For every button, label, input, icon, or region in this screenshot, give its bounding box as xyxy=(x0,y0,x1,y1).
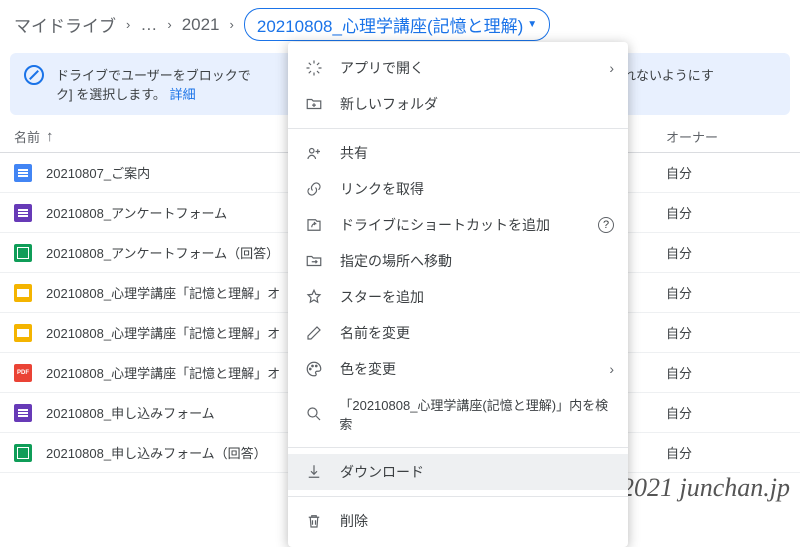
download-icon xyxy=(304,463,324,481)
chevron-right-icon: › xyxy=(122,17,134,32)
shortcut-icon xyxy=(304,216,324,234)
file-name: 20210808_申し込みフォーム（回答） xyxy=(46,443,267,462)
file-owner: 自分 xyxy=(666,163,786,182)
open-with-icon xyxy=(304,59,324,77)
menu-open-with[interactable]: アプリで開く › xyxy=(288,50,628,86)
pdf-file-icon: PDF xyxy=(14,364,32,382)
dropdown-caret-icon: ▼ xyxy=(527,19,537,30)
menu-add-shortcut[interactable]: ドライブにショートカットを追加 ? xyxy=(288,207,628,243)
menu-separator xyxy=(288,128,628,129)
notice-text-3: ク] を選択します。 xyxy=(56,87,166,102)
forms-file-icon xyxy=(14,404,32,422)
file-owner: 自分 xyxy=(666,243,786,262)
file-owner: 自分 xyxy=(666,283,786,302)
watermark: ©2021 junchan.jp xyxy=(601,473,790,503)
file-owner: 自分 xyxy=(666,363,786,382)
search-icon xyxy=(304,405,323,423)
new-folder-icon xyxy=(304,95,324,113)
share-icon xyxy=(304,144,324,162)
menu-search-in[interactable]: 「20210808_心理学講座(記憶と理解)」内を検索 xyxy=(288,387,628,441)
file-owner: 自分 xyxy=(666,203,786,222)
menu-separator xyxy=(288,447,628,448)
crumb-active-folder[interactable]: 20210808_心理学講座(記憶と理解) ▼ xyxy=(244,8,550,41)
forms-file-icon xyxy=(14,204,32,222)
chevron-right-icon: › xyxy=(226,17,238,32)
link-icon xyxy=(304,180,324,198)
file-name: 20210808_心理学講座「記憶と理解」オ xyxy=(46,363,280,382)
menu-delete[interactable]: 削除 xyxy=(288,503,628,539)
file-name: 20210808_アンケートフォーム（回答） xyxy=(46,243,279,262)
crumb-ellipsis[interactable]: … xyxy=(140,15,157,35)
chevron-right-icon: › xyxy=(609,361,614,377)
menu-add-star[interactable]: スターを追加 xyxy=(288,279,628,315)
menu-rename[interactable]: 名前を変更 xyxy=(288,315,628,351)
menu-change-color[interactable]: 色を変更 › xyxy=(288,351,628,387)
file-name: 20210808_申し込みフォーム xyxy=(46,403,215,422)
file-owner: 自分 xyxy=(666,443,786,462)
chevron-right-icon: › xyxy=(609,60,614,76)
file-owner: 自分 xyxy=(666,403,786,422)
sheets-file-icon xyxy=(14,444,32,462)
crumb-active-label: 20210808_心理学講座(記憶と理解) xyxy=(257,12,523,37)
star-icon xyxy=(304,288,324,306)
notice-text-1: ドライブでユーザーをブロックで xyxy=(56,68,251,83)
crumb-year[interactable]: 2021 xyxy=(182,15,220,35)
palette-icon xyxy=(304,360,324,378)
file-name: 20210808_心理学講座「記憶と理解」オ xyxy=(46,323,280,342)
header-owner[interactable]: オーナー xyxy=(666,127,786,146)
menu-separator xyxy=(288,496,628,497)
slides-file-icon xyxy=(14,324,32,342)
file-name: 20210807_ご案内 xyxy=(46,163,150,182)
file-name: 20210808_アンケートフォーム xyxy=(46,203,227,222)
sort-ascending-icon: ↑ xyxy=(46,128,54,145)
menu-download[interactable]: ダウンロード xyxy=(288,454,628,490)
menu-share[interactable]: 共有 xyxy=(288,135,628,171)
menu-move-to[interactable]: 指定の場所へ移動 xyxy=(288,243,628,279)
chevron-right-icon: › xyxy=(163,17,175,32)
notice-link[interactable]: 詳細 xyxy=(170,87,196,102)
block-icon xyxy=(24,65,44,85)
docs-file-icon xyxy=(14,164,32,182)
sheets-file-icon xyxy=(14,244,32,262)
trash-icon xyxy=(304,512,324,530)
menu-new-folder[interactable]: 新しいフォルダ xyxy=(288,86,628,122)
folder-context-menu: アプリで開く › 新しいフォルダ 共有 リンクを取得 ドライブにショートカットを… xyxy=(288,42,628,547)
help-icon[interactable]: ? xyxy=(598,217,614,233)
move-icon xyxy=(304,252,324,270)
file-owner: 自分 xyxy=(666,323,786,342)
file-name: 20210808_心理学講座「記憶と理解」オ xyxy=(46,283,280,302)
rename-icon xyxy=(304,324,324,342)
slides-file-icon xyxy=(14,284,32,302)
crumb-root[interactable]: マイドライブ xyxy=(14,12,116,37)
menu-get-link[interactable]: リンクを取得 xyxy=(288,171,628,207)
